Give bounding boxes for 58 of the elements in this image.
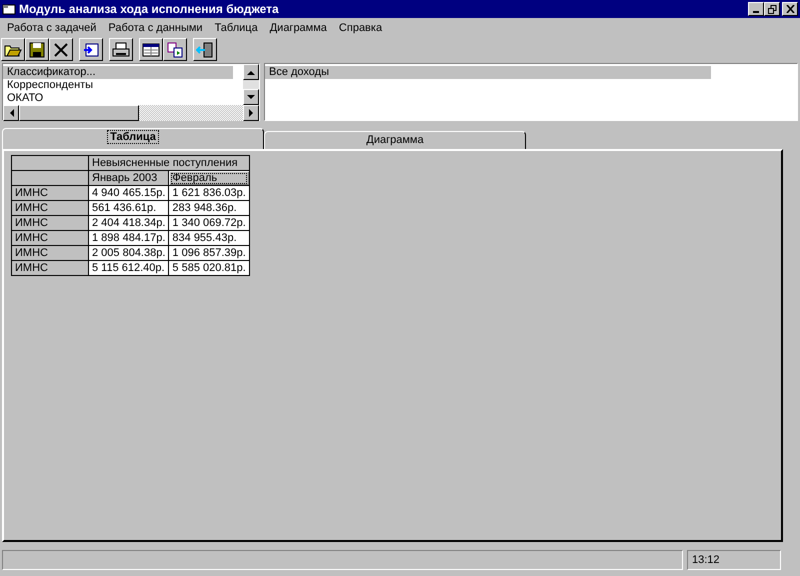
menu-item[interactable]: Диаграмма [264,22,333,34]
delete-x-icon[interactable] [49,38,73,61]
table-cell: 2 005 804.38р. [88,246,169,260]
down-arrow-icon [247,94,255,100]
close-button[interactable] [782,2,798,16]
row-header-cell: ИМНС [12,200,88,216]
header-cell: Невыясненные поступления [88,156,250,170]
list-item[interactable]: Все доходы [265,66,711,79]
row-header-cell: ИМНС [12,186,88,200]
table-cell: 4 940 465.15р. [88,186,169,200]
row-header-cell: ИМНС [12,260,88,276]
swap-pages-icon[interactable] [163,38,187,61]
vertical-scrollbar[interactable] [243,64,259,105]
app-icon [2,3,16,15]
import-table-icon[interactable] [79,38,103,61]
close-icon [786,5,794,13]
scroll-right-button[interactable] [243,105,259,121]
table-cell: 834 955.43р. [168,230,250,246]
tab[interactable]: Таблица [2,128,264,149]
open-folder-icon[interactable] [1,38,25,61]
header-cell: Февраль [168,170,250,186]
table-cell: 5 115 612.40р. [88,260,169,276]
left-arrow-icon [8,109,14,117]
menu-item[interactable]: Работа с данными [102,22,209,34]
window-title: Модуль анализа хода исполнения бюджета [19,2,280,16]
menu-item[interactable]: Таблица [208,22,264,34]
right-arrow-icon [248,109,254,117]
table-cell: 561 436.61р. [88,200,169,216]
row-header-cell: ИМНС [12,230,88,246]
table-cell: 1 096 857.39р. [168,246,250,260]
header-cell: Январь 2003 [88,170,169,186]
table-cell: 5 585 020.81р. [168,260,250,276]
table-cell: 283 948.36р. [168,200,250,216]
menu-item[interactable]: Справка [332,22,388,34]
restore-button[interactable] [764,2,780,16]
restore-icon [768,4,776,14]
exit-door-icon[interactable] [193,38,217,61]
table-view-icon[interactable] [139,38,163,61]
row-header-cell: ИМНС [12,246,88,260]
tab[interactable]: Диаграмма [264,131,526,149]
list-item[interactable]: Корреспонденты [3,79,233,92]
minimize-button[interactable] [748,2,764,16]
row-header-cell: ИМНС [12,216,88,230]
printer-icon[interactable] [109,38,133,61]
scroll-up-button[interactable] [243,64,259,80]
scroll-left-button[interactable] [3,105,19,121]
list-item[interactable]: ОКАТО [3,92,233,105]
list-item[interactable]: Классификатор... [3,66,233,79]
status-time: 13:12 [687,550,781,570]
table-cell: 1 898 484.17р. [88,230,169,246]
table-cell: 1 621 836.03р. [168,186,250,200]
horizontal-scrollbar[interactable] [3,105,259,121]
up-arrow-icon [247,70,255,74]
table-cell: 1 340 069.72р. [168,216,250,230]
table-cell: 2 404 418.34р. [88,216,169,230]
scroll-down-button[interactable] [243,89,259,105]
scroll-thumb[interactable] [19,105,139,121]
menu-item[interactable]: Работа с задачей [1,22,102,34]
